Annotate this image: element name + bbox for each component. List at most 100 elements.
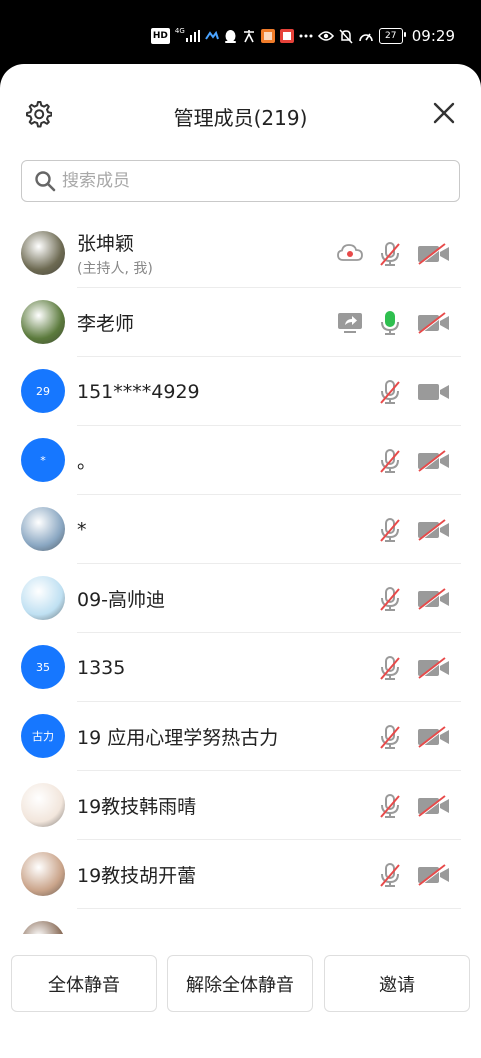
mic-muted-icon[interactable] — [377, 586, 403, 612]
member-info: 。 — [77, 426, 96, 495]
manage-members-sheet: 管理成员(219) 张坤颖(主持人, 我)李老师29151****4929*。*… — [0, 64, 481, 1058]
mic-muted-icon[interactable] — [377, 379, 403, 405]
signal-label: 4G — [174, 27, 185, 35]
camera-off-icon[interactable] — [417, 310, 451, 336]
member-controls — [377, 495, 451, 564]
app-icon — [279, 28, 294, 44]
mic-muted-icon[interactable] — [377, 724, 403, 750]
member-row[interactable]: 古力 19 应用心理学努热古力 — [0, 702, 481, 771]
member-controls — [377, 357, 451, 426]
member-name: 张坤颖 — [77, 233, 135, 255]
signal-icon: 4G — [175, 28, 200, 44]
avatar — [21, 507, 65, 551]
sheet-header: 管理成员(219) — [0, 64, 481, 168]
invite-button[interactable]: 邀请 — [324, 955, 470, 1012]
avatar: 古力 — [21, 714, 65, 758]
member-row[interactable]: 19教技韩雨晴 — [0, 771, 481, 840]
member-row[interactable]: 19教技胡开蕾 — [0, 840, 481, 909]
member-row-partial[interactable] — [0, 909, 481, 934]
member-row[interactable]: 29 151****4929 — [0, 357, 481, 426]
member-name: * — [77, 518, 87, 541]
translate-icon — [242, 28, 256, 44]
camera-off-icon[interactable] — [417, 241, 451, 267]
member-list: 张坤颖 (主持人, 我) 李老师 29 151****4929 *。 * 09-高帅迪 35 13… — [0, 219, 481, 934]
member-role: (主持人, 我) — [77, 261, 153, 277]
member-row[interactable]: *。 — [0, 426, 481, 495]
avatar — [21, 783, 65, 827]
avatar: 29 — [21, 369, 65, 413]
member-row[interactable]: 李老师 — [0, 288, 481, 357]
member-controls — [377, 426, 451, 495]
data-icon — [204, 28, 219, 44]
member-info: 19 应用心理学努热古力 — [77, 702, 278, 771]
camera-off-icon[interactable] — [417, 517, 451, 543]
member-controls — [377, 564, 451, 633]
status-icons: HD 4G 27 09:29 — [150, 26, 455, 46]
status-bar: HD 4G 27 09:29 — [0, 0, 481, 70]
mic-muted-icon[interactable] — [377, 448, 403, 474]
speed-icon — [358, 28, 374, 44]
member-controls — [337, 288, 451, 357]
member-info: 19教技胡开蕾 — [77, 840, 196, 909]
member-name: 。 — [77, 451, 97, 473]
camera-icon[interactable] — [417, 379, 451, 405]
member-info: 李老师 — [77, 288, 134, 357]
mute-bell-icon — [339, 28, 353, 44]
status-time: 09:29 — [411, 27, 455, 45]
member-name: 09-高帅迪 — [77, 589, 166, 611]
search-input[interactable] — [62, 171, 442, 191]
camera-off-icon[interactable] — [417, 862, 451, 888]
avatar — [21, 300, 65, 344]
member-info: 1335 — [77, 633, 125, 702]
mic-muted-icon[interactable] — [377, 655, 403, 681]
member-info: 09-高帅迪 — [77, 564, 165, 633]
mic-icon[interactable] — [377, 310, 403, 336]
member-info: 张坤颖 (主持人, 我) — [77, 219, 153, 288]
close-icon[interactable] — [433, 102, 455, 124]
page-title: 管理成员(219) — [173, 106, 308, 130]
search-icon — [35, 171, 56, 192]
unmute-all-button[interactable]: 解除全体静音 — [167, 955, 313, 1012]
avatar — [21, 852, 65, 896]
hd-icon: HD — [150, 28, 170, 44]
member-row[interactable]: 09-高帅迪 — [0, 564, 481, 633]
camera-off-icon[interactable] — [417, 448, 451, 474]
mic-muted-icon[interactable] — [377, 241, 403, 267]
member-name: 李老师 — [77, 313, 135, 335]
member-controls — [377, 633, 451, 702]
avatar: 35 — [21, 645, 65, 689]
member-row[interactable]: * — [0, 495, 481, 564]
member-row[interactable]: 张坤颖 (主持人, 我) — [0, 219, 481, 288]
camera-off-icon[interactable] — [417, 586, 451, 612]
member-row[interactable]: 35 1335 — [0, 633, 481, 702]
member-info: 19教技韩雨晴 — [77, 771, 196, 840]
mic-muted-icon[interactable] — [377, 862, 403, 888]
footer-actions: 全体静音 解除全体静音 邀请 — [0, 934, 481, 1058]
app-icon — [260, 28, 275, 44]
cloud-record-icon — [337, 241, 363, 267]
member-info: * — [77, 495, 87, 564]
camera-off-icon[interactable] — [417, 793, 451, 819]
more-icon — [299, 28, 313, 44]
mic-muted-icon[interactable] — [377, 793, 403, 819]
search-box[interactable] — [21, 160, 460, 202]
member-name: 151****4929 — [77, 380, 200, 403]
mute-all-button[interactable]: 全体静音 — [11, 955, 157, 1012]
screen-share-icon — [337, 310, 363, 336]
camera-off-icon[interactable] — [417, 724, 451, 750]
avatar — [21, 576, 65, 620]
member-info: 151****4929 — [77, 357, 200, 426]
avatar — [21, 231, 65, 275]
battery-icon: 27 — [378, 28, 406, 44]
member-controls — [377, 771, 451, 840]
qq-icon — [224, 28, 237, 44]
member-controls — [337, 219, 451, 288]
member-name: 19教技韩雨晴 — [77, 796, 197, 818]
mic-muted-icon[interactable] — [377, 517, 403, 543]
member-name: 1335 — [77, 656, 126, 679]
avatar: * — [21, 438, 65, 482]
member-name: 19 应用心理学努热古力 — [77, 727, 279, 749]
member-name: 19教技胡开蕾 — [77, 865, 197, 887]
camera-off-icon[interactable] — [417, 655, 451, 681]
avatar — [21, 921, 65, 934]
